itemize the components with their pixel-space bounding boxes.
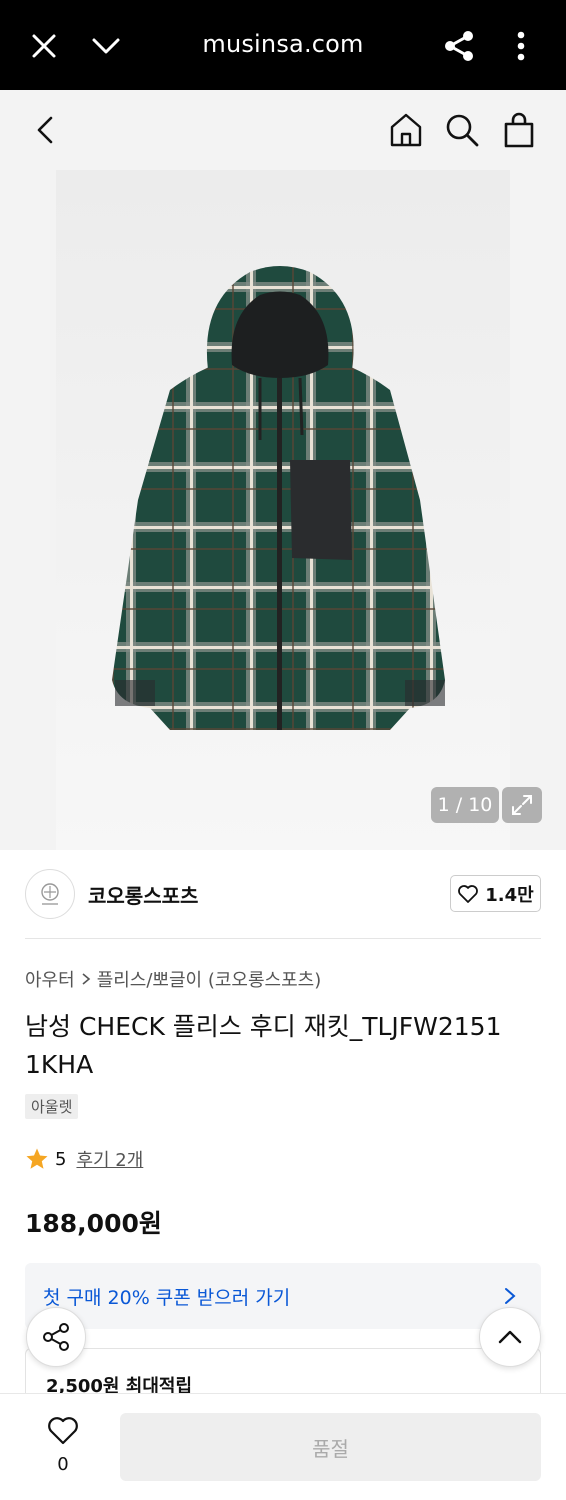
share-icon[interactable] [439, 26, 479, 66]
brand-name[interactable]: 코오롱스포츠 [88, 880, 198, 909]
back-arrow-icon[interactable] [28, 112, 62, 148]
heart-icon [458, 884, 479, 903]
breadcrumb-subcategory[interactable]: 플리스/뽀글이 (코오롱스포츠) [97, 966, 322, 992]
outlet-badge: 아울렛 [25, 1094, 79, 1119]
brand-logo[interactable] [25, 869, 75, 919]
chevron-up-icon [498, 1330, 522, 1344]
review-link[interactable]: 후기 2개 [76, 1146, 143, 1172]
soldout-button[interactable]: 품절 [120, 1413, 541, 1481]
breadcrumb-category[interactable]: 아우터 [25, 966, 75, 992]
chevron-right-icon [505, 1288, 516, 1304]
more-vert-icon[interactable] [506, 26, 536, 66]
coupon-label: 첫 구매 20% 쿠폰 받으러 가기 [43, 1287, 291, 1309]
wishlist-button[interactable]: 0 [38, 1414, 88, 1475]
heart-icon [48, 1417, 78, 1445]
scroll-top-button[interactable] [479, 1307, 541, 1367]
divider [25, 938, 541, 939]
price: 188,000원 [25, 1209, 162, 1238]
shopping-bag-icon[interactable] [499, 110, 539, 150]
search-icon[interactable] [442, 110, 482, 150]
chevron-right-icon [82, 973, 90, 985]
bottom-action-bar: 0 품절 [0, 1393, 566, 1500]
image-counter: 1 / 10 [431, 787, 499, 823]
browser-bar: musinsa.com [0, 0, 566, 90]
url-text[interactable]: musinsa.com [0, 30, 566, 58]
share-icon [43, 1323, 69, 1351]
product-title: 남성 CHECK 플리스 후디 재킷_TLJFW2151 1KHA [25, 1012, 502, 1079]
product-gallery[interactable]: 1 / 10 [0, 170, 566, 850]
home-icon[interactable] [386, 110, 426, 150]
breadcrumb: 아우터 플리스/뽀글이 (코오롱스포츠) [25, 966, 321, 992]
rating-value: 5 [55, 1148, 67, 1170]
brand-like-count: 1.4만 [485, 884, 534, 906]
rating-row: 5 후기 2개 [25, 1146, 143, 1172]
product-image[interactable] [100, 260, 460, 760]
site-nav [0, 90, 566, 170]
brand-like-button[interactable]: 1.4만 [450, 875, 541, 912]
star-icon [26, 1148, 48, 1169]
wishlist-count: 0 [57, 1454, 69, 1475]
floating-share-button[interactable] [26, 1307, 86, 1367]
coupon-banner[interactable]: 첫 구매 20% 쿠폰 받으러 가기 [25, 1263, 541, 1329]
expand-icon[interactable] [502, 787, 542, 823]
